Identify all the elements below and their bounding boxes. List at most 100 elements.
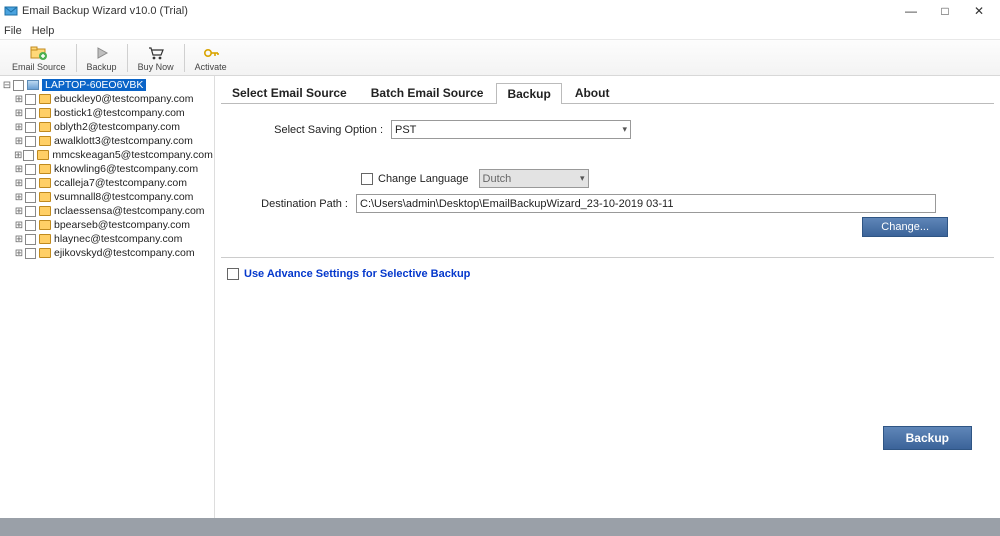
toolbar-backup-label: Backup bbox=[87, 62, 117, 72]
folder-icon bbox=[39, 178, 51, 188]
tree-item-label: hlaynec@testcompany.com bbox=[54, 233, 182, 245]
title-bar: Email Backup Wizard v10.0 (Trial) — □ ✕ bbox=[0, 0, 1000, 22]
chevron-down-icon: ▾ bbox=[622, 124, 627, 135]
toolbar-email-source[interactable]: Email Source bbox=[4, 40, 74, 76]
tree-item[interactable]: ⊞bostick1@testcompany.com bbox=[2, 106, 212, 120]
language-value: Dutch bbox=[483, 173, 512, 185]
change-language-checkbox[interactable] bbox=[361, 173, 373, 185]
tree-item-label: nclaessensa@testcompany.com bbox=[54, 205, 205, 217]
key-icon bbox=[203, 44, 219, 62]
tab-backup[interactable]: Backup bbox=[496, 83, 561, 104]
tree-item-label: ebuckley0@testcompany.com bbox=[54, 93, 193, 105]
menu-file[interactable]: File bbox=[4, 25, 22, 37]
expand-icon[interactable]: ⊞ bbox=[14, 108, 24, 119]
destination-path-input[interactable]: C:\Users\admin\Desktop\EmailBackupWizard… bbox=[356, 194, 936, 213]
checkbox[interactable] bbox=[25, 94, 36, 105]
tree-item[interactable]: ⊞ nclaessensa@testcompany.com bbox=[2, 204, 212, 218]
folder-icon bbox=[37, 150, 49, 160]
checkbox[interactable] bbox=[25, 178, 36, 189]
tab-select-email-source[interactable]: Select Email Source bbox=[221, 82, 358, 103]
folder-icon bbox=[39, 136, 51, 146]
tab-about[interactable]: About bbox=[564, 82, 621, 103]
checkbox[interactable] bbox=[13, 80, 24, 91]
folder-icon bbox=[39, 206, 51, 216]
tree-item[interactable]: ⊞bpearseb@testcompany.com bbox=[2, 218, 212, 232]
tree-item-label: vsumnall8@testcompany.com bbox=[54, 191, 193, 203]
tree-item-label: ejikovskyd@testcompany.com bbox=[54, 247, 195, 259]
toolbar: Email Source Backup Buy Now Activate bbox=[0, 40, 1000, 76]
toolbar-separator bbox=[127, 44, 128, 72]
collapse-icon[interactable]: ⊟ bbox=[2, 80, 12, 91]
tree-item-label: oblyth2@testcompany.com bbox=[54, 121, 180, 133]
tree-item-label: ccalleja7@testcompany.com bbox=[54, 177, 187, 189]
divider bbox=[221, 257, 994, 258]
checkbox[interactable] bbox=[23, 150, 34, 161]
expand-icon[interactable]: ⊞ bbox=[14, 206, 24, 217]
expand-icon[interactable]: ⊞ bbox=[14, 164, 24, 175]
expand-icon[interactable]: ⊞ bbox=[14, 136, 24, 147]
checkbox[interactable] bbox=[25, 108, 36, 119]
checkbox[interactable] bbox=[25, 122, 36, 133]
checkbox[interactable] bbox=[25, 164, 36, 175]
tree-root-label: LAPTOP-60EO6VBK bbox=[42, 79, 146, 91]
expand-icon[interactable]: ⊞ bbox=[14, 178, 24, 189]
play-icon bbox=[95, 44, 109, 62]
expand-icon[interactable]: ⊞ bbox=[14, 192, 24, 203]
backup-button[interactable]: Backup bbox=[883, 426, 972, 450]
main-panel: Select Email Source Batch Email Source B… bbox=[215, 76, 1000, 518]
advance-settings-checkbox[interactable] bbox=[227, 268, 239, 280]
saving-option-select[interactable]: PST ▾ bbox=[391, 120, 631, 139]
tree-root[interactable]: ⊟ LAPTOP-60EO6VBK bbox=[2, 78, 212, 92]
tree-item-label: awalklott3@testcompany.com bbox=[54, 135, 193, 147]
minimize-button[interactable]: — bbox=[894, 0, 928, 22]
toolbar-activate-label: Activate bbox=[195, 62, 227, 72]
tree-item[interactable]: ⊞ kknowling6@testcompany.com bbox=[2, 162, 212, 176]
tab-batch-email-source[interactable]: Batch Email Source bbox=[360, 82, 495, 103]
checkbox[interactable] bbox=[25, 192, 36, 203]
status-bar bbox=[0, 518, 1000, 536]
toolbar-buy-now-label: Buy Now bbox=[138, 62, 174, 72]
tree-item[interactable]: ⊞ ejikovskyd@testcompany.com bbox=[2, 246, 212, 260]
toolbar-buy-now[interactable]: Buy Now bbox=[130, 40, 182, 76]
toolbar-backup[interactable]: Backup bbox=[79, 40, 125, 76]
tree-item[interactable]: ⊞ awalklott3@testcompany.com bbox=[2, 134, 212, 148]
close-button[interactable]: ✕ bbox=[962, 0, 996, 22]
destination-path-label: Destination Path : bbox=[221, 198, 356, 210]
chevron-down-icon: ▾ bbox=[580, 173, 585, 184]
expand-icon[interactable]: ⊞ bbox=[14, 248, 24, 259]
checkbox[interactable] bbox=[25, 234, 36, 245]
tree-item[interactable]: ⊞ ebuckley0@testcompany.com bbox=[2, 92, 212, 106]
tree-item-label: mmcskeagan5@testcompany.com bbox=[52, 149, 212, 161]
menu-help[interactable]: Help bbox=[32, 25, 55, 37]
tree-item[interactable]: ⊞ hlaynec@testcompany.com bbox=[2, 232, 212, 246]
tree-item[interactable]: ⊞ ccalleja7@testcompany.com bbox=[2, 176, 212, 190]
toolbar-email-source-label: Email Source bbox=[12, 62, 66, 72]
folder-icon bbox=[39, 122, 51, 132]
checkbox[interactable] bbox=[25, 248, 36, 259]
expand-icon[interactable]: ⊞ bbox=[14, 220, 24, 231]
toolbar-activate[interactable]: Activate bbox=[187, 40, 235, 76]
checkbox[interactable] bbox=[25, 220, 36, 231]
checkbox[interactable] bbox=[25, 136, 36, 147]
change-button[interactable]: Change... bbox=[862, 217, 948, 237]
folder-icon bbox=[39, 192, 51, 202]
advance-settings-label: Use Advance Settings for Selective Backu… bbox=[244, 268, 470, 280]
expand-icon[interactable]: ⊞ bbox=[14, 234, 24, 245]
folder-icon bbox=[39, 248, 51, 258]
expand-icon[interactable]: ⊞ bbox=[14, 150, 22, 161]
advance-settings-row[interactable]: Use Advance Settings for Selective Backu… bbox=[227, 268, 994, 280]
checkbox[interactable] bbox=[25, 206, 36, 217]
maximize-button[interactable]: □ bbox=[928, 0, 962, 22]
expand-icon[interactable]: ⊞ bbox=[14, 94, 24, 105]
language-select[interactable]: Dutch ▾ bbox=[479, 169, 589, 188]
folder-icon bbox=[39, 108, 51, 118]
account-tree: ⊟ LAPTOP-60EO6VBK ⊞ ebuckley0@testcompany… bbox=[0, 76, 215, 518]
tree-item[interactable]: ⊞ oblyth2@testcompany.com bbox=[2, 120, 212, 134]
toolbar-separator bbox=[76, 44, 77, 72]
destination-path-value: C:\Users\admin\Desktop\EmailBackupWizard… bbox=[360, 198, 673, 210]
tree-item[interactable]: ⊞ mmcskeagan5@testcompany.com bbox=[2, 148, 212, 162]
tree-item[interactable]: ⊞ vsumnall8@testcompany.com bbox=[2, 190, 212, 204]
expand-icon[interactable]: ⊞ bbox=[14, 122, 24, 133]
tree-item-label: kknowling6@testcompany.com bbox=[54, 163, 198, 175]
app-icon bbox=[4, 4, 18, 18]
